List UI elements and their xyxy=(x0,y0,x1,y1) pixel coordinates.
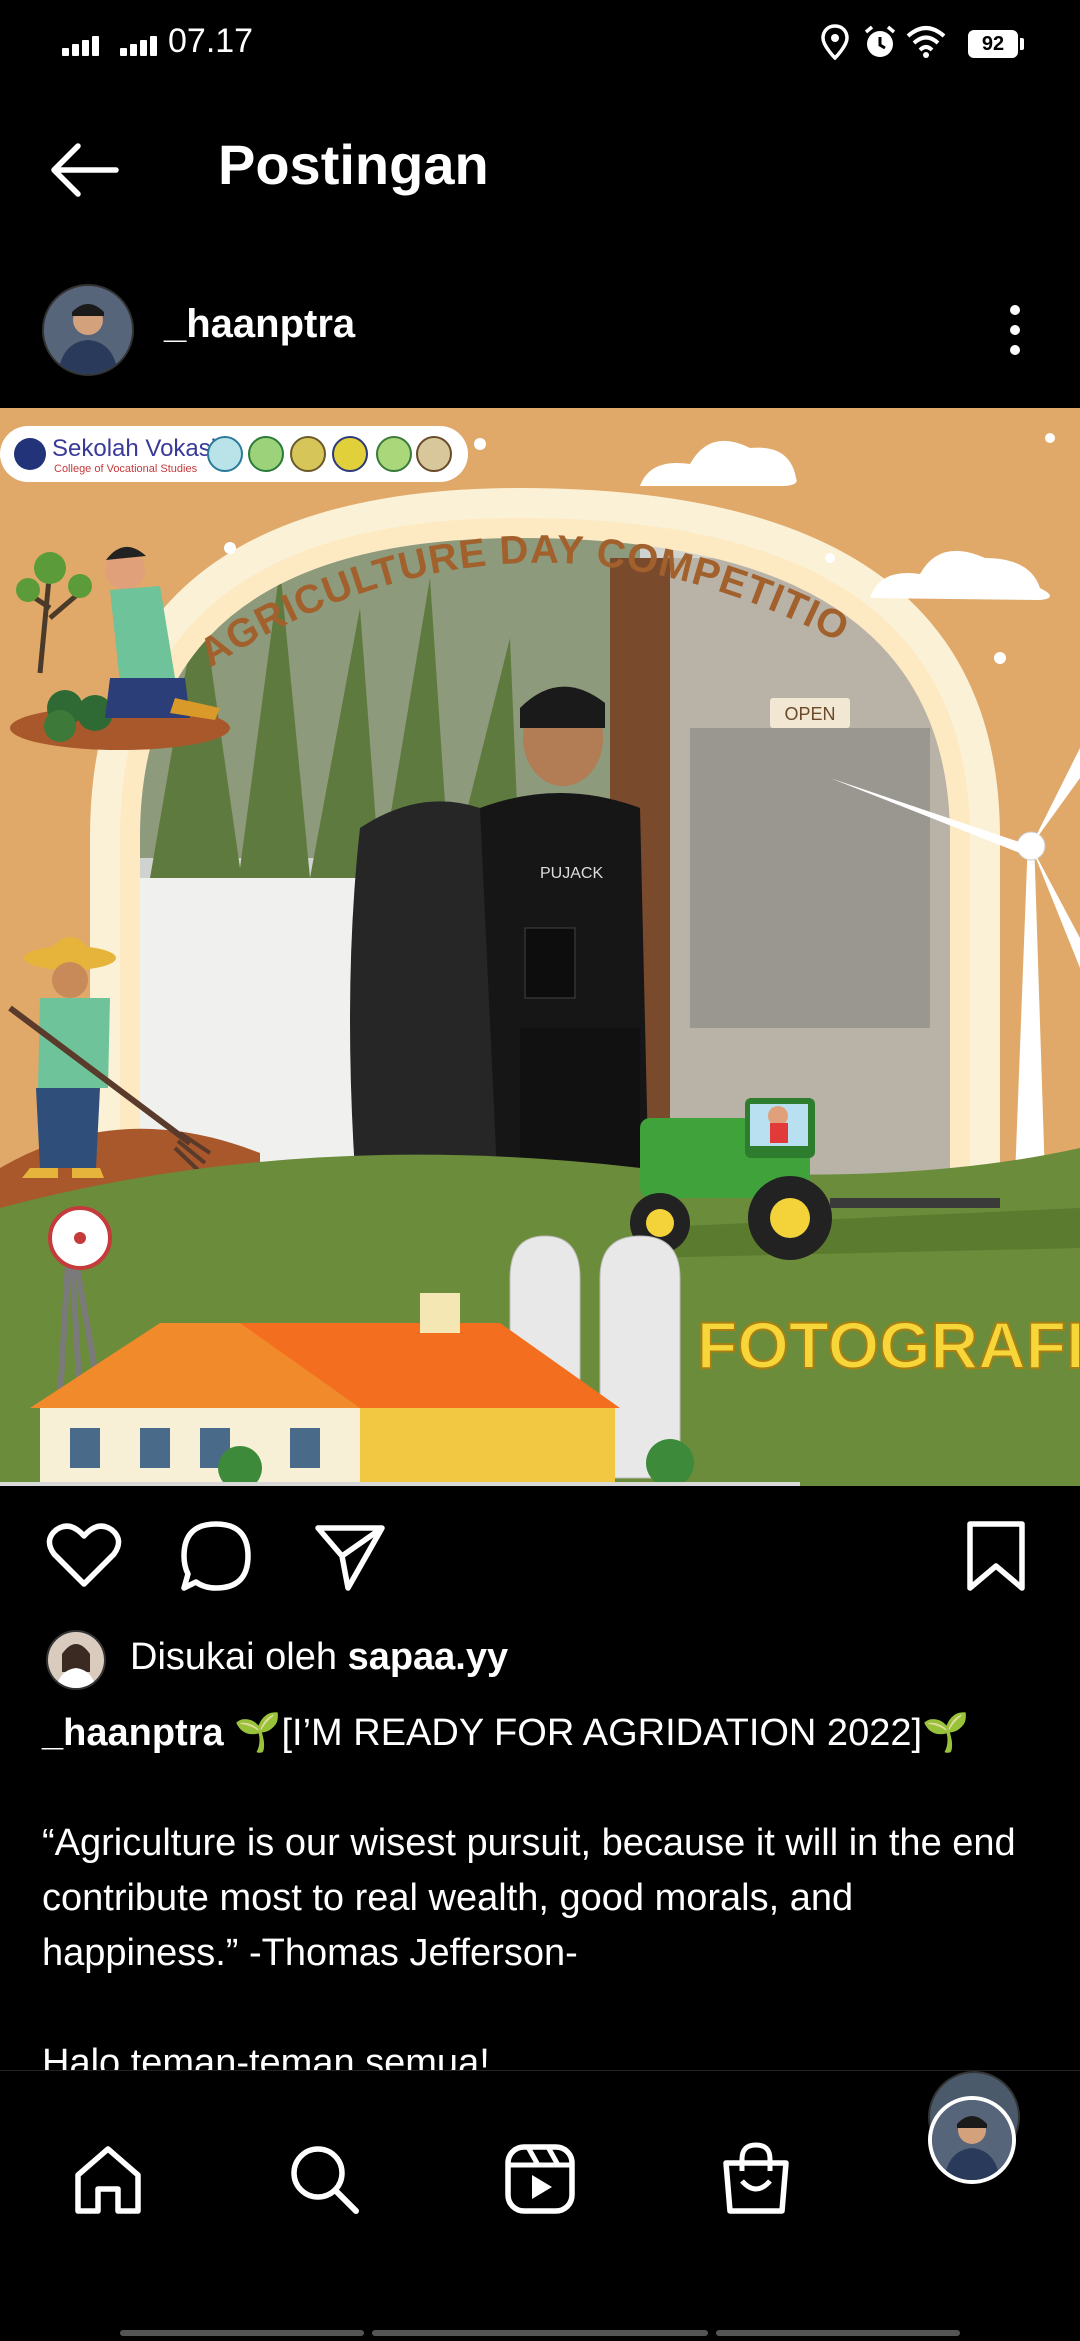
profile-tab-avatar[interactable] xyxy=(928,2096,1016,2184)
liked-by-username[interactable]: sapaa.yy xyxy=(348,1636,509,1678)
battery-icon: 92 xyxy=(968,30,1024,58)
post-author-username[interactable]: _haanptra xyxy=(164,302,355,347)
post-image[interactable]: OPEN PUJACK AGRICULTURE DAY COMPETITION … xyxy=(0,408,1080,1486)
back-arrow-icon[interactable] xyxy=(48,140,120,200)
comment-icon[interactable] xyxy=(178,1518,254,1594)
signal-icon-sim2 xyxy=(120,34,160,56)
save-bookmark-icon[interactable] xyxy=(958,1518,1034,1594)
like-heart-icon[interactable] xyxy=(46,1518,122,1594)
caption-headline: 🌱[I’M READY FOR AGRIDATION 2022]🌱 xyxy=(223,1712,970,1754)
gesture-bar-left xyxy=(120,2330,364,2336)
more-options-icon[interactable] xyxy=(1000,300,1030,360)
post-author-avatar[interactable] xyxy=(42,284,134,376)
reels-icon[interactable] xyxy=(502,2141,578,2217)
svg-text:PUJACK: PUJACK xyxy=(540,865,603,882)
post-caption: _haanptra 🌱[I’M READY FOR AGRIDATION 202… xyxy=(42,1706,1042,2091)
caption-quote: “Agriculture is our wisest pursuit, beca… xyxy=(42,1822,1027,1974)
wifi-icon xyxy=(906,26,946,58)
bottom-navigation xyxy=(0,2070,1080,2341)
search-icon[interactable] xyxy=(286,2141,362,2217)
open-sign: OPEN xyxy=(784,704,835,724)
caption-username[interactable]: _haanptra xyxy=(42,1712,224,1754)
alarm-icon xyxy=(864,25,896,57)
banner-org-name: Sekolah Vokasi xyxy=(52,435,216,462)
share-send-icon[interactable] xyxy=(312,1518,388,1594)
liked-by-avatar[interactable] xyxy=(46,1630,106,1690)
signal-icon-sim1 xyxy=(62,34,102,56)
page-title: Postingan xyxy=(218,133,489,196)
banner-org-subtitle: College of Vocational Studies xyxy=(54,463,198,475)
location-icon xyxy=(821,24,849,60)
status-time: 07.17 xyxy=(168,22,254,60)
gesture-bar-center xyxy=(372,2330,708,2336)
gesture-bar-right xyxy=(716,2330,960,2336)
status-bar: 07.17 92 xyxy=(0,0,1080,90)
liked-by-prefix: Disukai oleh xyxy=(130,1636,348,1678)
shop-bag-icon[interactable] xyxy=(718,2141,794,2217)
category-text: FOTOGRAFI xyxy=(697,1308,1080,1382)
home-icon[interactable] xyxy=(70,2141,146,2217)
liked-by-text: Disukai oleh sapaa.yy xyxy=(130,1636,508,1679)
